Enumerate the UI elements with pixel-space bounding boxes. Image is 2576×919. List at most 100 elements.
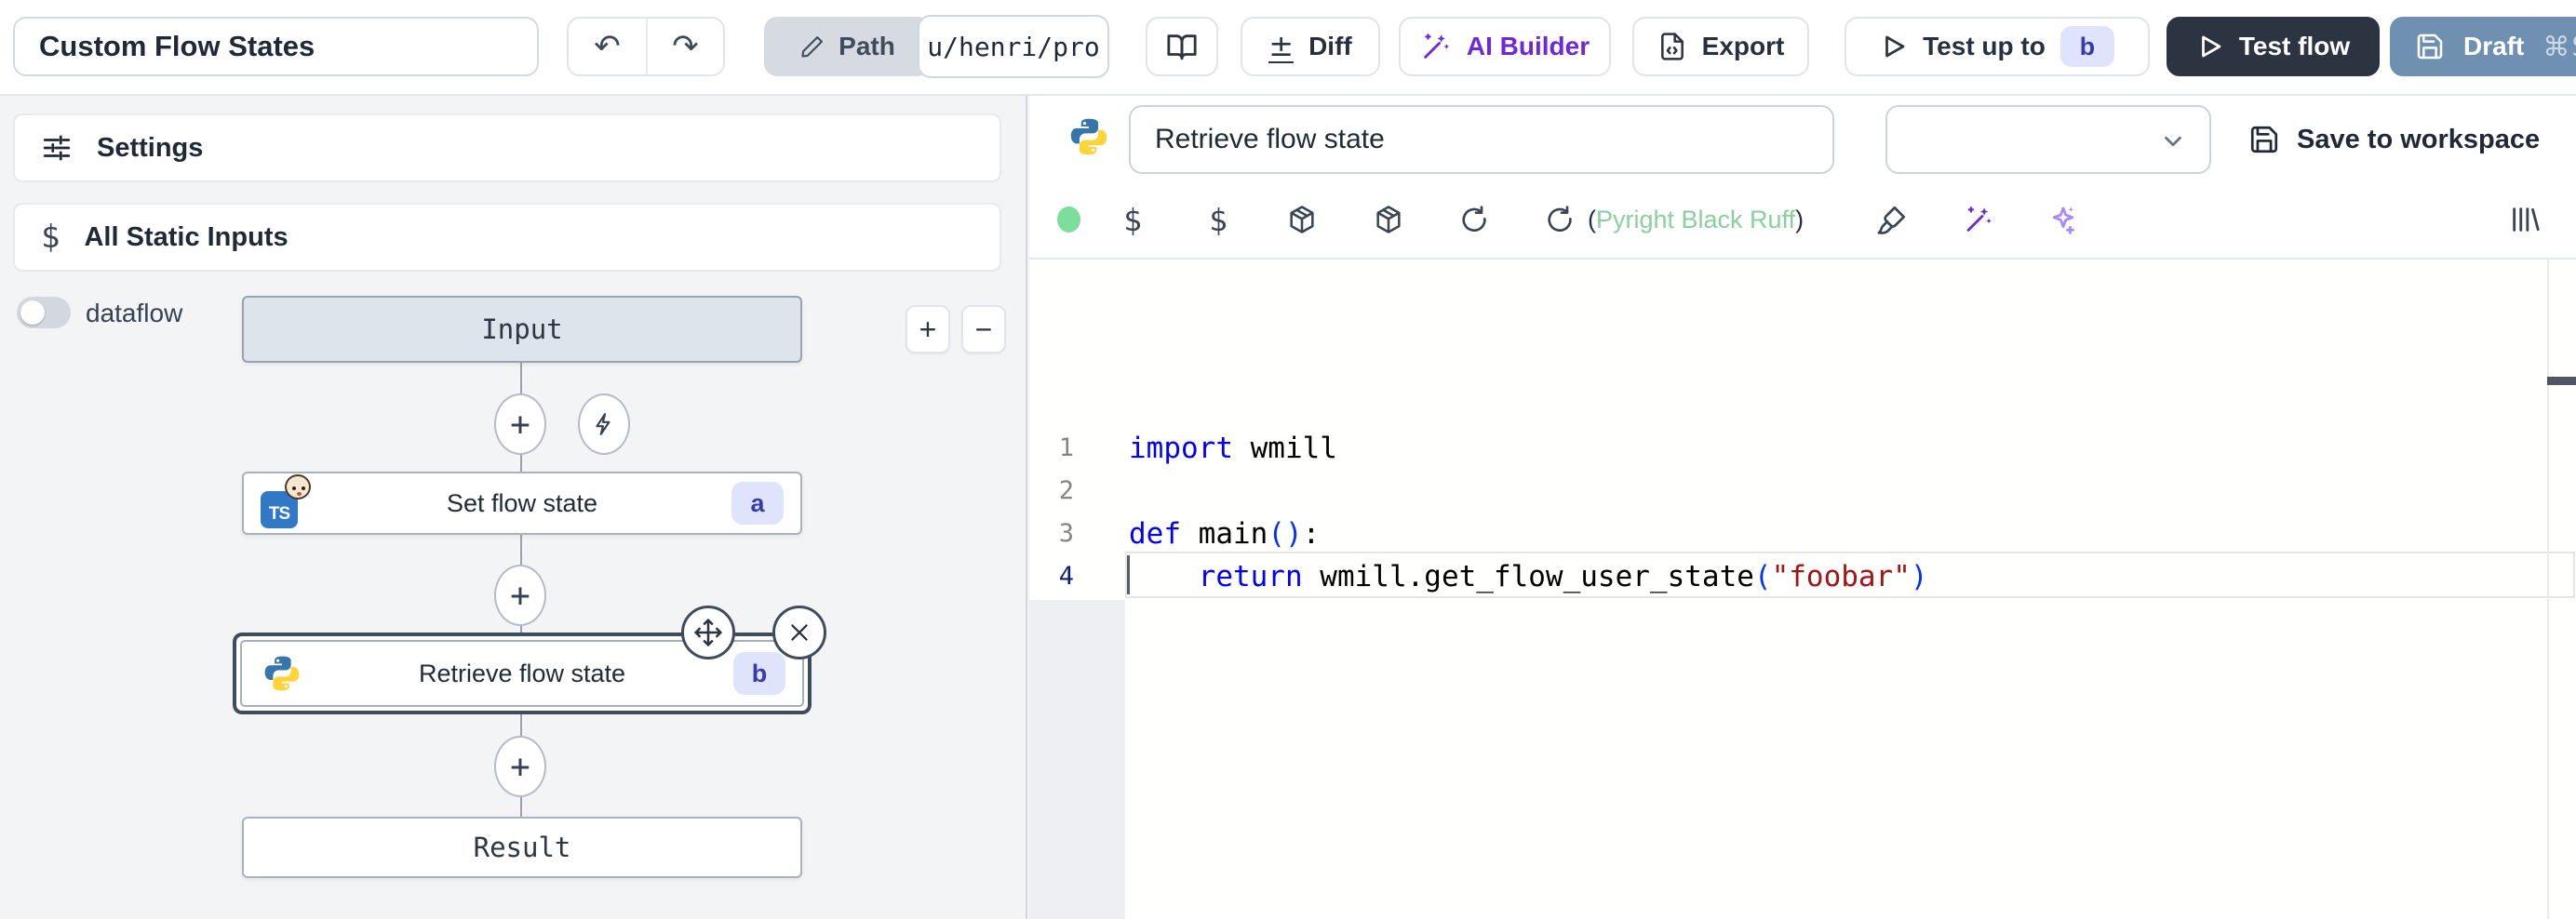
redo-icon: ↷ [672,28,699,65]
save-to-workspace-label: Save to workspace [2297,125,2540,155]
plus-icon: + [510,406,530,444]
save-to-workspace-button[interactable]: Save to workspace [2248,114,2540,165]
python-icon [262,654,302,693]
linter-assistants-label: (Pyright Black Ruff) [1588,206,1804,234]
line-number: 3 [1029,513,1074,555]
library-bars-icon[interactable] [2507,202,2542,237]
test-up-to-button[interactable]: Test up to b [1845,17,2150,76]
settings-card[interactable]: Settings [13,113,1001,182]
workspace-script-select[interactable] [1885,105,2211,174]
reload-icon[interactable] [1456,202,1492,237]
code-line-3[interactable]: 3def main(): [1029,513,2576,555]
flow-graph-panel: Settings $ All Static Inputs dataflow In… [0,96,1027,919]
undo-icon: ↶ [594,28,621,65]
delete-step-button[interactable] [772,606,826,659]
dataflow-label: dataflow [86,299,182,328]
flow-node-input[interactable]: Input [242,296,802,363]
plus-icon: + [510,748,530,786]
retrieve-flow-state-label: Retrieve flow state [419,659,625,688]
move-icon [693,618,723,647]
step-badge-b: b [2060,26,2114,67]
format-brush-icon[interactable] [1874,202,1910,237]
flow-node-set-flow-state[interactable]: TS Set flow state a [242,472,802,535]
path-group: Path u/henri/pro [764,17,931,76]
trigger-button[interactable] [578,393,630,455]
plus-minus-icon: ± [1268,31,1294,63]
close-icon [787,620,812,645]
minus-icon: − [975,313,993,347]
path-value[interactable]: u/henri/pro [918,15,1109,78]
step-badge-b: b [733,652,785,695]
editor-scrollbar-track[interactable] [2547,258,2549,919]
insert-step-button[interactable]: + [494,393,546,455]
ai-wand-icon[interactable] [1960,202,1995,237]
docs-button[interactable] [1146,17,1218,76]
package-icon[interactable] [1284,202,1320,237]
set-flow-state-label: Set flow state [447,489,597,518]
dataflow-toggle[interactable] [17,297,71,328]
sliders-icon [41,132,73,164]
line-number: 4 [1029,555,1074,598]
step-name-input[interactable]: Retrieve flow state [1129,105,1834,174]
code-editor[interactable]: 1import wmill23def main():4 return wmill… [1029,260,2576,919]
draft-label: Draft [2463,32,2524,61]
redo-button[interactable]: ↷ [646,19,723,74]
diff-button[interactable]: ± Diff [1241,17,1380,76]
draft-shortcut: ⌘S [2542,31,2576,62]
insert-step-button[interactable]: + [494,736,546,797]
plus-icon: + [510,577,530,615]
package-icon[interactable] [1371,202,1406,237]
code-line-2[interactable]: 2 [1029,470,2576,513]
flow-node-result[interactable]: Result [242,817,802,878]
step-name-value: Retrieve flow state [1155,124,1385,155]
code-line-4[interactable]: 4 return wmill.get_flow_user_state("foob… [1029,555,2576,598]
flow-name-value: Custom Flow States [39,30,315,63]
test-flow-button[interactable]: Test flow [2167,17,2380,76]
flow-name-input[interactable]: Custom Flow States [13,17,539,76]
test-flow-label: Test flow [2239,32,2350,61]
bun-typescript-icon: TS [261,478,315,528]
result-node-label: Result [474,832,571,863]
path-label: Path [839,32,895,61]
ai-sparkles-icon[interactable] [2046,202,2081,237]
dollar-icon: $ [41,219,60,256]
export-button[interactable]: Export [1632,17,1809,76]
undo-button[interactable]: ↶ [569,19,646,74]
step-editor-panel: Retrieve flow state Save to workspace $ … [1029,96,2576,919]
edit-path-button[interactable]: Path [764,17,931,76]
code-line-1[interactable]: 1import wmill [1029,427,2576,470]
gutter-background [1029,600,1125,919]
export-file-icon [1657,32,1687,61]
all-static-inputs-card[interactable]: $ All Static Inputs [13,203,1001,272]
play-icon [1880,33,1908,60]
insert-step-button[interactable]: + [494,565,546,626]
play-icon-white [2196,33,2224,60]
graph-zoom-out-button[interactable]: − [961,305,1006,353]
line-content: import wmill [1074,427,1337,470]
settings-label: Settings [97,133,203,164]
export-label: Export [1702,32,1785,61]
ai-builder-label: AI Builder [1467,32,1590,61]
python-icon [1068,116,1109,157]
magic-wand-icon [1420,31,1452,62]
line-number: 1 [1029,427,1074,470]
floppy-icon [2248,124,2280,155]
input-node-label: Input [481,313,562,345]
move-step-button[interactable] [681,606,735,659]
line-number: 2 [1029,470,1074,513]
bun-icon [285,474,311,499]
resources-button[interactable]: $ [1201,202,1236,237]
ai-builder-button[interactable]: AI Builder [1399,17,1611,76]
line-content: def main(): [1074,513,1320,555]
plus-icon: + [919,313,937,347]
draft-save-button[interactable]: Draft ⌘S [2390,17,2576,76]
line-content: return wmill.get_flow_user_state("foobar… [1074,555,1928,598]
lightning-icon [592,410,616,438]
top-toolbar: Custom Flow States ↶ ↷ Path u/henri/pro … [0,0,2576,96]
all-static-inputs-label: All Static Inputs [84,222,288,253]
reload-icon[interactable] [1542,202,1577,237]
lsp-status-dot [1057,206,1080,233]
book-icon [1166,31,1198,62]
graph-zoom-in-button[interactable]: + [906,305,950,353]
variables-button[interactable]: $ [1115,202,1150,237]
